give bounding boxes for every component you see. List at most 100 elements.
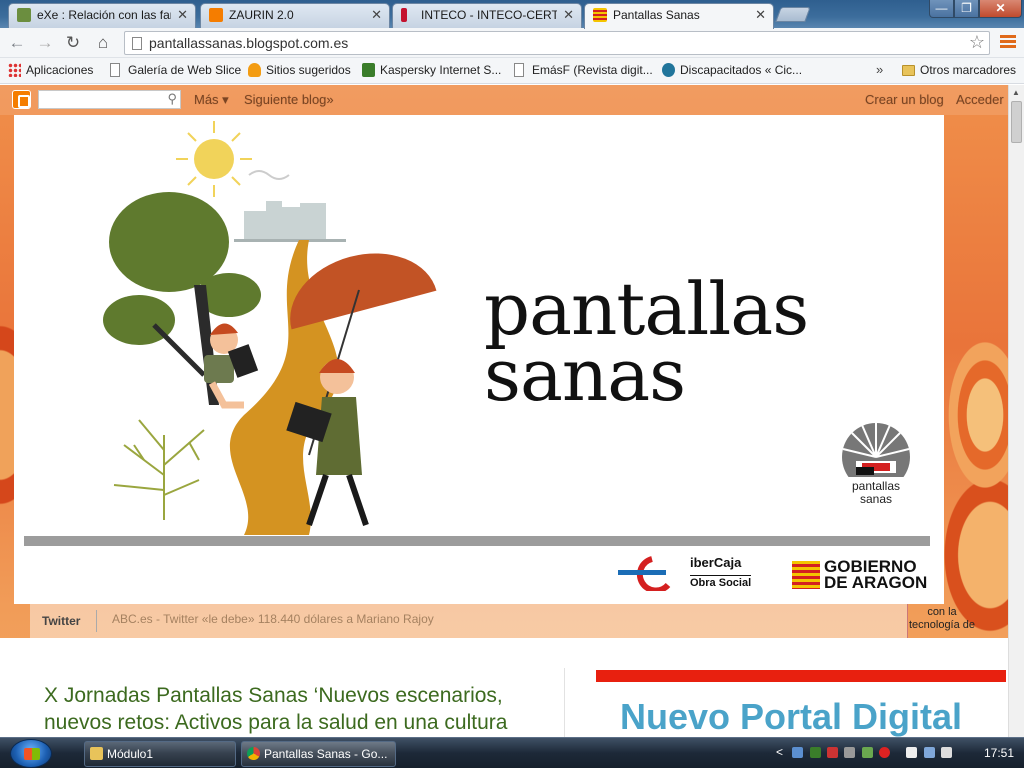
windows-taskbar: Módulo1 Pantallas Sanas - Go... < 17:51	[0, 737, 1024, 768]
tab-inteco[interactable]: INTECO - INTECO-CERT ✕	[392, 3, 582, 28]
bookmarks-bar: Aplicaciones Galería de Web Slice Sitios…	[0, 58, 1024, 84]
search-icon[interactable]: ⚲	[167, 91, 177, 107]
bookmark-kaspersky[interactable]: Kaspersky Internet S...	[362, 63, 501, 77]
bookmark-apps[interactable]: Aplicaciones	[8, 63, 93, 77]
bookmark-web-slice[interactable]: Galería de Web Slice	[110, 63, 241, 77]
inteco-icon	[401, 8, 407, 22]
main-content: X Jornadas Pantallas Sanas ‘Nuevos escen…	[0, 638, 1008, 737]
logo-title: sanas	[484, 333, 686, 417]
chrome-icon	[247, 747, 260, 760]
divider	[96, 610, 97, 632]
bookmark-label: Otros marcadores	[920, 63, 1017, 77]
create-blog-link[interactable]: Crear un blog	[865, 92, 944, 107]
minimize-button[interactable]: —	[929, 0, 954, 18]
pantallas-sanas-mark: pantallas sanas	[836, 421, 916, 506]
bookmark-label: Galería de Web Slice	[128, 63, 242, 77]
page-scrollbar[interactable]: ▲	[1008, 85, 1024, 737]
gobierno-line-2: DE ARAGON	[824, 573, 928, 592]
ticker-headline[interactable]: ABC.es - Twitter «le debe» 118.440 dólar…	[112, 612, 434, 626]
clock[interactable]: 17:51	[984, 746, 1014, 760]
page-icon	[514, 63, 524, 77]
suggested-sites-icon	[248, 63, 261, 77]
volume-icon[interactable]	[941, 747, 953, 759]
display-icon[interactable]	[906, 747, 918, 759]
bookmark-label: EmásF (Revista digit...	[532, 63, 653, 77]
scroll-up-icon[interactable]: ▲	[1012, 88, 1020, 97]
twitter-ticker: Twitter ABC.es - Twitter «le debe» 118.4…	[30, 604, 908, 638]
close-icon[interactable]: ✕	[177, 4, 188, 26]
new-tab-button[interactable]	[775, 7, 811, 22]
system-tray: <	[776, 745, 955, 759]
bookmark-discapacitados[interactable]: Discapacitados « Cic...	[662, 63, 802, 77]
monitor-icon[interactable]	[923, 747, 935, 759]
next-blog-link[interactable]: Siguiente blog»	[244, 92, 334, 107]
antivirus-icon[interactable]	[879, 747, 891, 759]
close-icon[interactable]: ✕	[563, 4, 574, 26]
chrome-menu-icon[interactable]	[1000, 35, 1016, 49]
forward-arrow-icon[interactable]: →	[34, 32, 56, 54]
close-window-button[interactable]: ✕	[979, 0, 1022, 18]
blog-header-banner[interactable]: pantallas sanas pantallas sanas iberCaja…	[14, 115, 944, 604]
taskbar-label: Pantallas Sanas - Go...	[264, 747, 388, 761]
ibercaja-name: iberCaja	[690, 555, 742, 570]
ticker-label: Twitter	[42, 614, 81, 628]
maximize-button[interactable]: ❐	[954, 0, 979, 18]
divider	[24, 536, 930, 546]
bookmark-suggested-sites[interactable]: Sitios sugeridos	[248, 63, 351, 77]
tab-exe[interactable]: eXe : Relación con las fam ✕	[8, 3, 196, 28]
blogger-navbar: ⚲ Más ▾ Siguiente blog» Crear un blog Ac…	[0, 85, 1008, 115]
portal-banner[interactable]: Nuevo Portal Digital	[596, 670, 1006, 737]
taskbar-item-modulo1[interactable]: Módulo1	[84, 741, 236, 767]
bare-tree	[113, 419, 205, 520]
ibercaja-icon	[618, 556, 671, 594]
bookmark-star-icon[interactable]: ☆	[969, 32, 985, 53]
close-icon[interactable]: ✕	[755, 4, 766, 26]
sign-in-link[interactable]: Acceder	[956, 92, 1004, 107]
post-title-link[interactable]: X Jornadas Pantallas Sanas ‘Nuevos escen…	[44, 682, 544, 736]
tray-expand-icon[interactable]: <	[776, 745, 783, 759]
url-text[interactable]: pantallassanas.blogspot.com.es	[149, 35, 348, 51]
blogger-icon	[209, 8, 223, 22]
page-icon	[132, 37, 142, 50]
header-illustration	[103, 121, 437, 535]
kaspersky-icon[interactable]	[809, 747, 821, 759]
aragon-flag-icon	[792, 561, 820, 589]
wordpress-icon	[662, 63, 675, 77]
flag-icon[interactable]	[827, 747, 839, 759]
taskbar-item-chrome[interactable]: Pantallas Sanas - Go...	[241, 741, 396, 767]
tab-title: INTECO - INTECO-CERT	[421, 8, 557, 22]
tab-title: Pantallas Sanas	[613, 8, 700, 22]
apps-grid-icon	[8, 63, 21, 77]
tab-pantallas-sanas[interactable]: Pantallas Sanas ✕	[584, 3, 774, 29]
sun-icon	[176, 121, 252, 197]
back-arrow-icon[interactable]: ←	[6, 32, 28, 54]
bookmarks-overflow-button[interactable]: »	[876, 62, 883, 77]
taskbar-label: Módulo1	[107, 747, 154, 761]
bookmark-label: Kaspersky Internet S...	[380, 63, 502, 77]
tab-zaurin[interactable]: ZAURIN 2.0 ✕	[200, 3, 390, 28]
browser-toolbar: ← → ↻ ⌂ pantallassanas.blogspot.com.es ☆	[0, 28, 1024, 58]
bookmark-label: Discapacitados « Cic...	[680, 63, 803, 77]
sunrise-logo-icon	[842, 423, 910, 491]
close-icon[interactable]: ✕	[371, 4, 382, 26]
scrollbar-thumb[interactable]	[1011, 101, 1022, 143]
start-button[interactable]	[10, 739, 52, 768]
tab-title: eXe : Relación con las fam	[37, 8, 171, 22]
ibercaja-subtitle: Obra Social	[690, 575, 752, 589]
usb-icon[interactable]	[844, 747, 856, 759]
browser-titlebar: eXe : Relación con las fam ✕ ZAURIN 2.0 …	[0, 0, 1024, 29]
mark-label: sanas	[859, 492, 893, 506]
reload-icon[interactable]: ↻	[62, 32, 84, 54]
bookmark-emasf[interactable]: EmásF (Revista digit...	[514, 63, 653, 77]
home-icon[interactable]: ⌂	[92, 32, 114, 54]
blog-search-input[interactable]: ⚲	[38, 90, 181, 109]
more-menu[interactable]: Más ▾	[194, 92, 229, 108]
ibercaja-logo: iberCaja Obra Social	[618, 555, 752, 594]
blogger-logo-icon[interactable]	[12, 90, 31, 109]
other-bookmarks[interactable]: Otros marcadores	[902, 63, 1016, 77]
folder-icon	[90, 747, 103, 760]
network-icon[interactable]	[792, 747, 804, 759]
wifi-icon[interactable]	[861, 747, 873, 759]
address-bar[interactable]: pantallassanas.blogspot.com.es ☆	[124, 31, 990, 55]
exe-icon	[17, 8, 31, 22]
